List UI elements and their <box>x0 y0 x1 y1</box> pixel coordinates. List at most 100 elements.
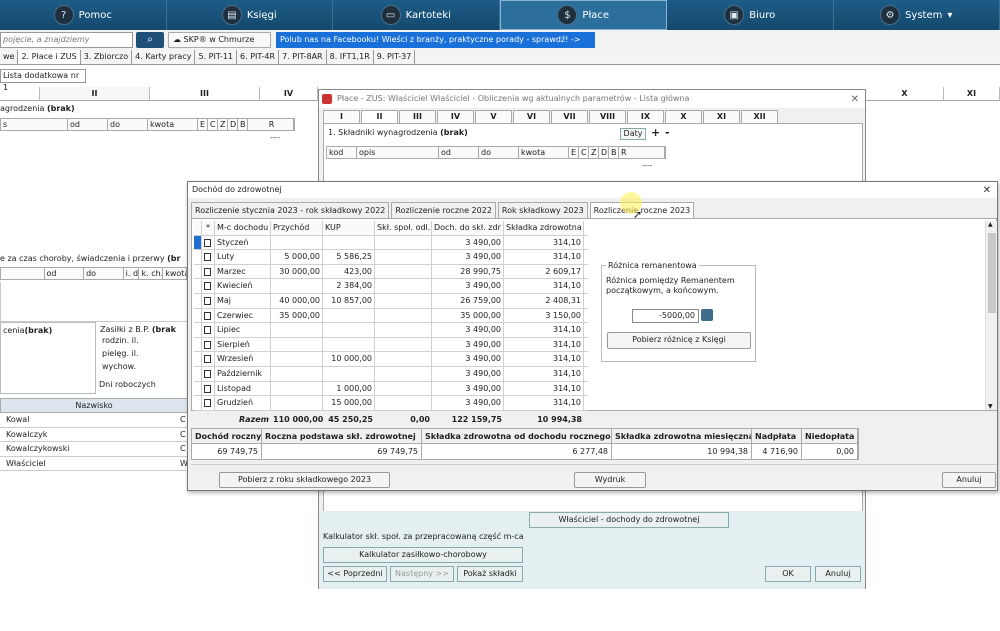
table-row[interactable]: Październik 3 490,00 314,10 <box>194 366 588 382</box>
month-tab[interactable]: XII <box>741 110 778 123</box>
checkbox[interactable] <box>204 282 211 291</box>
tab-rok-skladkowy-2023[interactable]: Rok składkowy 2023 <box>497 202 588 218</box>
scroll-up-icon[interactable]: ▲ <box>988 221 993 228</box>
month-tab[interactable]: X <box>665 110 702 123</box>
month-tab[interactable]: IV <box>437 110 474 123</box>
month-tab[interactable]: VII <box>551 110 588 123</box>
table-row[interactable]: Styczeń 3 490,00 314,10 <box>194 235 588 251</box>
total-label: Razem <box>239 414 269 424</box>
cancel-button[interactable]: Anuluj <box>942 472 996 488</box>
cell-month: Wrzesień <box>215 352 271 366</box>
table-row[interactable]: Lipiec 3 490,00 314,10 <box>194 323 588 338</box>
month-tab-iv[interactable]: IV <box>260 87 318 100</box>
tab-we[interactable]: we <box>0 50 19 64</box>
close-icon[interactable]: ✕ <box>983 183 991 199</box>
table-row[interactable]: Marzec 30 000,00 423,00 28 990,75 2 609,17 <box>194 264 588 280</box>
kalkulator-skl-label[interactable]: Kalkulator skł. społ. za przepracowaną c… <box>323 532 527 541</box>
remove-icon[interactable]: - <box>665 126 670 139</box>
col-header: do <box>479 147 519 158</box>
nav-place[interactable]: $ Płace <box>499 0 667 30</box>
tab-rozliczenie-stycznia-2023[interactable]: Rozliczenie stycznia 2023 - rok składkow… <box>191 202 390 218</box>
nav-ksiegi[interactable]: ▤ Księgi <box>167 0 333 30</box>
roznica-input[interactable]: -5000,00 <box>632 309 699 323</box>
show-contributions-button[interactable]: Pokaż składki <box>457 566 523 582</box>
checkbox[interactable] <box>204 340 211 349</box>
scroll-thumb[interactable] <box>988 233 996 313</box>
month-tab[interactable]: IX <box>627 110 664 123</box>
tab-pit-4r[interactable]: 6. PIT-4R <box>237 50 280 64</box>
nav-kartoteki[interactable]: ▭ Kartoteki <box>333 0 500 30</box>
checkbox[interactable] <box>204 267 211 276</box>
checkbox[interactable] <box>204 311 211 320</box>
nav-system[interactable]: ⚙ System ▾ <box>834 0 1000 30</box>
add-icon[interactable]: + <box>651 126 660 139</box>
table-row[interactable]: Maj 40 000,00 10 857,00 26 759,00 2 408,31 <box>194 293 588 309</box>
month-tab[interactable]: VI <box>513 110 550 123</box>
month-tab-xi[interactable]: XI <box>944 87 1000 100</box>
table-row[interactable]: Wrzesień 10 000,00 3 490,00 314,10 <box>194 352 588 367</box>
month-tab-blank[interactable] <box>0 87 40 100</box>
checkbox[interactable] <box>204 384 211 393</box>
wlasciciel-dochody-button[interactable]: Właściciel - dochody do zdrowotnej <box>529 512 729 528</box>
search-input[interactable]: pojęcie, a znajdziemy odpowiedź <box>0 32 133 58</box>
month-tab[interactable]: I <box>323 110 360 123</box>
month-tab[interactable]: XI <box>703 110 740 123</box>
list-item[interactable]: Kowalczykowski C <box>0 442 188 457</box>
list-item[interactable]: Kowalczyk C <box>0 428 188 442</box>
next-button[interactable]: Następny >> <box>390 566 454 582</box>
month-tab[interactable]: III <box>399 110 436 123</box>
tab-pit-11[interactable]: 5. PIT-11 <box>195 50 238 64</box>
month-tab-ii[interactable]: II <box>40 87 150 100</box>
month-tab[interactable]: V <box>475 110 512 123</box>
cell-przychod: 5 000,00 <box>271 250 323 264</box>
cell-dochod: 3 490,00 <box>432 352 504 366</box>
vertical-scrollbar[interactable]: ▲ ▼ <box>985 221 997 410</box>
nav-pomoc[interactable]: ? Pomoc <box>0 0 167 30</box>
nazwisko-header[interactable]: Nazwisko <box>0 398 188 413</box>
table-row[interactable]: Czerwiec 35 000,00 35 000,00 3 150,00 <box>194 308 588 324</box>
col-header: Z <box>589 147 599 158</box>
skp-cloud-button[interactable]: ☁ SKP® w Chmurze <box>168 32 271 48</box>
calculator-icon[interactable] <box>701 309 713 321</box>
table-row[interactable]: Listopad 1 000,00 3 490,00 314,10 <box>194 381 588 397</box>
pobierz-z-roku-button[interactable]: Pobierz z roku składkowego 2023 <box>219 472 390 488</box>
kalkulator-zasilkowy-button[interactable]: Kalkulator zasiłkowo-chorobowy <box>323 547 523 563</box>
close-icon[interactable]: ✕ <box>851 91 859 109</box>
table-row[interactable]: Sierpień 3 490,00 314,10 <box>194 337 588 353</box>
wydruk-button[interactable]: Wydruk <box>574 472 646 488</box>
table-row[interactable]: Grudzień 15 000,00 3 490,00 314,10 <box>194 396 588 411</box>
checkbox[interactable] <box>204 399 211 408</box>
background-table-body <box>0 282 188 322</box>
checkbox[interactable] <box>204 296 211 305</box>
month-tab-x[interactable]: X <box>866 87 944 100</box>
daty-button[interactable]: Daty <box>620 128 646 140</box>
checkbox[interactable] <box>204 369 211 378</box>
list-item[interactable]: Właściciel W <box>0 457 188 471</box>
pobierz-roznice-button[interactable]: Pobierz różnicę z Księgi <box>607 332 751 349</box>
list-item[interactable]: Kowal C <box>0 413 188 428</box>
checkbox[interactable] <box>204 253 211 262</box>
tab-place-zus[interactable]: 2. Płace i ZUS <box>18 50 81 64</box>
search-button[interactable]: ⌕ <box>136 32 164 48</box>
month-tab[interactable]: VIII <box>589 110 626 123</box>
previous-button[interactable]: << Poprzedni <box>323 566 387 582</box>
month-tab[interactable]: II <box>361 110 398 123</box>
checkbox[interactable] <box>204 355 211 364</box>
tab-lista-dodatkowa[interactable]: Lista dodatkowa nr 1 <box>0 69 86 92</box>
checkbox[interactable] <box>204 326 211 335</box>
table-row[interactable]: Kwiecień 2 384,00 3 490,00 314,10 <box>194 279 588 294</box>
month-tab-iii[interactable]: III <box>150 87 260 100</box>
tab-pit-37[interactable]: 9. PIT-37 <box>374 50 416 64</box>
tab-pit-8ar[interactable]: 7. PIT-8AR <box>279 50 327 64</box>
checkbox[interactable] <box>204 238 211 247</box>
table-row[interactable]: Luty 5 000,00 5 586,25 3 490,00 314,10 <box>194 250 588 265</box>
cancel-button[interactable]: Anuluj <box>815 566 861 582</box>
tab-zbiorczo[interactable]: 3. Zbiorczo <box>81 50 133 64</box>
scroll-down-icon[interactable]: ▼ <box>988 403 993 410</box>
tab-ift1[interactable]: 8. IFT1,1R <box>327 50 374 64</box>
ok-button[interactable]: OK <box>765 566 811 582</box>
nav-biuro[interactable]: ▣ Biuro <box>667 0 834 30</box>
facebook-banner[interactable]: Polub nas na Facebooku! Wieści z branży,… <box>276 32 595 48</box>
tab-karty-pracy[interactable]: 4. Karty pracy <box>132 50 196 64</box>
tab-rozliczenie-roczne-2022[interactable]: Rozliczenie roczne 2022 <box>391 202 496 218</box>
